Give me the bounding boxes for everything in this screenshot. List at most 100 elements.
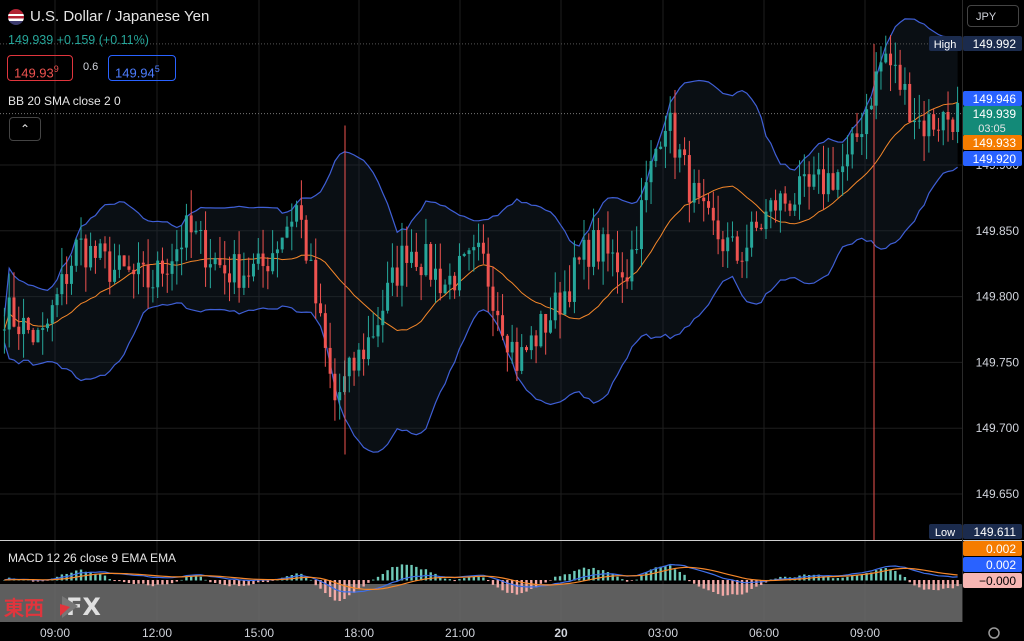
macd-histogram-bar [122,580,126,583]
candle-body [443,284,447,294]
macd-histogram-bar [803,574,806,581]
macd-histogram-bar [70,572,73,581]
price-tag-value: 149.946 [973,92,1017,106]
price-tag-countdown: 03:05 [978,123,1006,135]
candle-body [314,259,318,304]
candle-body [26,317,30,330]
candle-body [213,257,217,265]
price-chart[interactable]: 149.650 149.700 149.750 149.800 149.850 149.9… [0,0,1024,641]
macd-histogram-bar [716,580,720,595]
candle-body [606,234,610,254]
candle-body [433,268,437,280]
macd-histogram-bar [860,574,864,581]
candle-body [84,238,88,268]
candle-body [41,328,45,330]
macd-histogram-bar [463,578,466,581]
collapse-legend-button[interactable]: ⌃ [9,117,41,141]
candle-body [405,245,409,263]
macd-histogram-bar [889,569,892,581]
candle-body [93,245,97,258]
candle-body [649,161,653,183]
macd-histogram-bar [223,580,226,586]
macd-histogram-bar [381,573,385,581]
macd-histogram-bar [137,580,140,584]
candle-body [917,120,921,122]
logo-chinese-text: 東西 [4,596,44,620]
candle-body [721,239,725,252]
candle-body [304,219,308,261]
macd-histogram-bar [563,574,567,581]
macd-histogram-bar [918,580,921,588]
price-tick-label: 149.650 [976,487,1020,501]
candle-body [22,317,26,335]
candle-body [477,242,481,248]
symbol-title[interactable]: U.S. Dollar / Japanese Yen [8,8,209,25]
macd-histogram-bar [75,570,78,581]
candle-body [836,172,840,190]
last-price: 149.939 [8,33,54,47]
candle-body [903,83,907,90]
candle-body [692,182,696,203]
macd-histogram-bar [458,579,461,581]
price-tick-label: 149.850 [976,224,1020,238]
macd-indicator-label[interactable]: MACD 12 26 close 9 EMA EMA [8,551,176,565]
candle-body [793,204,797,211]
macd-histogram-bar [922,580,926,590]
buy-button[interactable]: 149.945 [108,55,176,81]
candle-body [548,320,552,333]
candle-body [711,207,715,221]
candle-body [362,349,366,360]
symbol-title-text: U.S. Dollar / Japanese Yen [30,8,210,25]
macd-histogram-bar [697,580,701,587]
macd-histogram-bar [199,576,202,581]
time-tick-label: 15:00 [244,626,274,640]
sell-button[interactable]: 149.939 [7,55,73,81]
macd-histogram-bar [846,576,849,581]
candle-body [137,262,141,275]
candle-body [678,149,682,158]
macd-tag-value: 0.002 [986,558,1016,572]
candle-body [103,243,107,252]
candle-body [410,251,414,263]
candle-body [242,275,246,288]
spread-value: 0.6 [83,61,99,73]
macd-histogram-bar [745,580,749,593]
candle-body [697,182,701,198]
candle-body [184,215,188,248]
candle-body [750,221,754,248]
change-percent: (+0.11%) [98,33,149,47]
watermark-logo: 東西 FX [4,592,101,621]
candle-body [515,341,519,371]
currency-selector[interactable]: JPY [967,5,1019,27]
candle-body [228,273,232,283]
macd-histogram-bar [213,580,217,583]
macd-histogram-bar [903,577,907,581]
macd-histogram-bar [879,568,883,581]
candle-body [730,236,734,238]
candle-body [922,120,926,137]
macd-histogram-bar [367,580,370,583]
macd-histogram-bar [156,580,159,585]
candle-body [525,347,529,351]
macd-histogram-bar [127,580,131,584]
watermark-band [0,584,962,622]
candle-body [333,373,337,401]
candle-body [821,169,825,195]
macd-histogram-bar [831,578,835,581]
macd-histogram-bar [448,579,452,581]
candle-body [438,268,442,294]
candle-body [702,197,706,202]
time-tick-label: 06:00 [749,626,779,640]
macd-histogram-bar [707,580,710,591]
candle-body [299,205,303,220]
candle-body [812,174,816,187]
candle-body [630,249,634,282]
candle-body [424,244,428,276]
candle-body [798,176,802,205]
bb-indicator-label[interactable]: BB 20 SMA close 2 0 [8,94,121,108]
candle-body [764,211,768,230]
candle-body [501,315,505,336]
candle-body [807,174,811,187]
candle-body [534,335,538,347]
candle-body [180,247,184,250]
